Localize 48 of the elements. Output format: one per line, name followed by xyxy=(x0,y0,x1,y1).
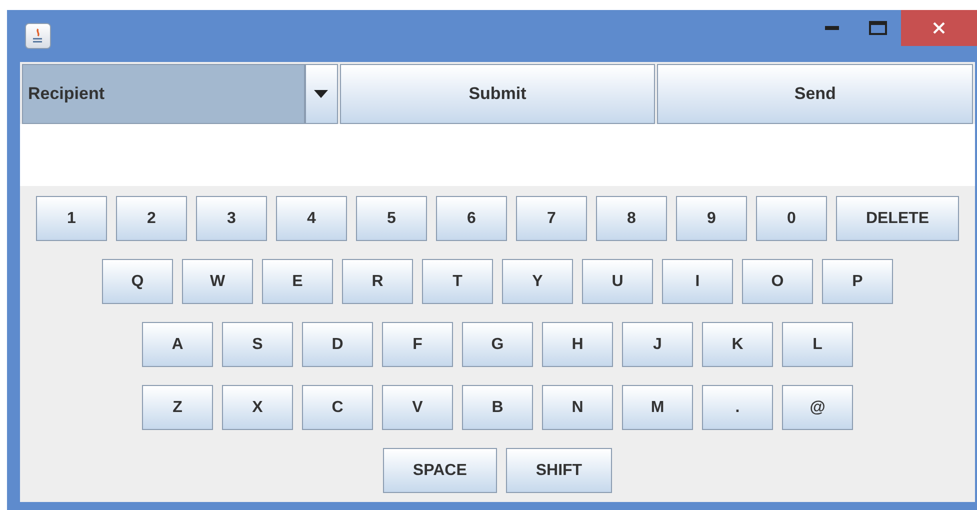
action-button[interactable]: Submit xyxy=(340,64,656,124)
key-button[interactable]: 1 xyxy=(36,196,107,241)
key-button[interactable]: I xyxy=(662,259,733,304)
key-button[interactable]: V xyxy=(382,385,453,430)
key-button[interactable]: F xyxy=(382,322,453,367)
key-button[interactable]: @ xyxy=(782,385,853,430)
key-button[interactable]: H xyxy=(542,322,613,367)
key-button[interactable]: 4 xyxy=(276,196,347,241)
key-button[interactable]: R xyxy=(342,259,413,304)
key-button[interactable]: S xyxy=(222,322,293,367)
key-button[interactable]: . xyxy=(702,385,773,430)
key-button[interactable]: 5 xyxy=(356,196,427,241)
key-button[interactable]: C xyxy=(302,385,373,430)
key-button[interactable]: Y xyxy=(502,259,573,304)
key-button[interactable]: 0 xyxy=(756,196,827,241)
key-button[interactable]: DELETE xyxy=(836,196,960,241)
key-button[interactable]: U xyxy=(582,259,653,304)
key-button[interactable]: SHIFT xyxy=(506,448,612,493)
key-button[interactable]: X xyxy=(222,385,293,430)
maximize-icon xyxy=(869,21,887,35)
key-button[interactable]: L xyxy=(782,322,853,367)
key-button[interactable]: A xyxy=(142,322,213,367)
key-button[interactable]: 6 xyxy=(436,196,507,241)
key-button[interactable]: Q xyxy=(102,259,173,304)
key-button[interactable]: E xyxy=(262,259,333,304)
key-button[interactable]: J xyxy=(622,322,693,367)
key-button[interactable]: O xyxy=(742,259,813,304)
key-button[interactable]: 2 xyxy=(116,196,187,241)
key-button[interactable]: 3 xyxy=(196,196,267,241)
key-button[interactable]: D xyxy=(302,322,373,367)
key-button[interactable]: 8 xyxy=(596,196,667,241)
key-button[interactable]: M xyxy=(622,385,693,430)
key-button[interactable]: B xyxy=(462,385,533,430)
key-button[interactable]: Z xyxy=(142,385,213,430)
key-button[interactable]: G xyxy=(462,322,533,367)
action-button[interactable]: Send xyxy=(657,64,973,124)
key-button[interactable]: 9 xyxy=(676,196,747,241)
caret-icon xyxy=(314,90,328,98)
minimize-icon xyxy=(825,26,839,30)
app-icon xyxy=(25,23,51,49)
key-button[interactable]: T xyxy=(422,259,493,304)
key-button[interactable]: P xyxy=(822,259,893,304)
key-button[interactable]: K xyxy=(702,322,773,367)
key-button[interactable]: SPACE xyxy=(382,448,497,493)
key-button[interactable]: 7 xyxy=(516,196,587,241)
close-icon xyxy=(933,22,945,34)
key-button[interactable]: W xyxy=(182,259,253,304)
key-button[interactable]: N xyxy=(542,385,613,430)
